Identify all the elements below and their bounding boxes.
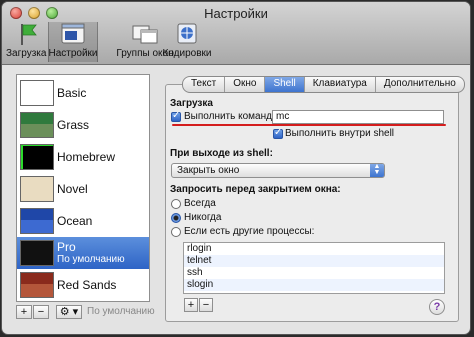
profile-name: Novel <box>57 182 88 196</box>
set-default-button[interactable]: По умолчанию <box>87 306 155 317</box>
tab-keyboard[interactable]: Клавиатура <box>305 77 376 92</box>
profile-default-note: По умолчанию <box>57 254 125 265</box>
on-exit-popup[interactable]: Закрыть окно ▲ ▼ <box>171 163 385 178</box>
profile-name: Red Sands <box>57 278 117 292</box>
toolbar-encodings[interactable]: Кодировки <box>162 22 212 62</box>
encodings-icon <box>177 23 197 44</box>
profile-thumbnail <box>20 208 54 234</box>
profile-thumbnail <box>20 144 54 170</box>
profile-grass[interactable]: Grass <box>17 109 149 141</box>
gear-menu-button[interactable]: ⚙ ▾ <box>56 305 82 319</box>
flag-icon <box>21 24 37 45</box>
list-item[interactable]: ssh <box>184 267 444 279</box>
profile-name: Pro <box>57 240 76 254</box>
profile-name: Grass <box>57 118 90 132</box>
radio-always[interactable] <box>171 199 181 209</box>
radio-never[interactable] <box>171 213 181 223</box>
tab-shell[interactable]: Shell <box>265 77 305 92</box>
settings-tabs: Текст Окно Shell Клавиатура Дополнительн… <box>182 76 465 93</box>
command-input[interactable]: mc <box>272 110 444 124</box>
toolbar-startup[interactable]: Загрузка <box>6 22 46 62</box>
ask-before-close-heading: Запросить перед закрытием окна: <box>170 184 341 195</box>
profile-thumbnail <box>20 80 54 106</box>
settings-window: Настройки Загрузка Настройки Группы окон <box>2 2 470 334</box>
profile-name: Basic <box>57 86 87 100</box>
run-inside-shell-checkbox[interactable] <box>273 127 283 139</box>
profile-name: Ocean <box>57 214 93 228</box>
on-exit-heading: При выходе из shell: <box>170 148 273 159</box>
tab-window[interactable]: Окно <box>225 77 266 92</box>
settings-window-icon <box>61 23 85 44</box>
add-profile-button[interactable]: + <box>16 305 32 319</box>
profile-basic[interactable]: Basic <box>17 77 149 109</box>
radio-if-other-label: Если есть другие процессы: <box>184 226 315 237</box>
list-item[interactable]: telnet <box>184 255 444 267</box>
remove-profile-button[interactable]: − <box>33 305 49 319</box>
profile-ocean[interactable]: Ocean <box>17 205 149 237</box>
run-command-label: Выполнить команду: <box>184 111 280 122</box>
profiles-list[interactable]: Basic Grass Homebrew Novel Ocean Pro По … <box>16 74 150 302</box>
profile-thumbnail <box>20 176 54 202</box>
toolbar-settings-label: Настройки <box>48 48 98 59</box>
window-title: Настройки <box>204 6 268 21</box>
profile-thumbnail <box>20 272 54 298</box>
toolbar-encodings-label: Кодировки <box>162 48 212 59</box>
profile-thumbnail <box>20 240 54 266</box>
radio-if-other-processes[interactable] <box>171 227 181 237</box>
profile-novel[interactable]: Novel <box>17 173 149 205</box>
highlight-underline <box>172 124 446 126</box>
window-groups-icon <box>132 25 158 44</box>
process-list[interactable]: rlogin telnet ssh slogin <box>183 242 445 294</box>
toolbar-startup-label: Загрузка <box>6 48 47 59</box>
radio-always-label: Всегда <box>184 198 216 209</box>
title-bar: Настройки Загрузка Настройки Группы окон <box>2 2 470 65</box>
startup-heading: Загрузка <box>170 98 213 109</box>
remove-process-button[interactable]: − <box>199 298 213 312</box>
radio-never-label: Никогда <box>184 212 222 223</box>
tab-advanced[interactable]: Дополнительно <box>376 77 464 92</box>
toolbar-settings[interactable]: Настройки <box>48 22 98 62</box>
run-command-checkbox[interactable] <box>171 110 181 122</box>
add-process-button[interactable]: + <box>184 298 198 312</box>
profile-name: Homebrew <box>57 150 116 164</box>
list-item[interactable]: rlogin <box>184 243 444 255</box>
profile-pro[interactable]: Pro По умолчанию <box>17 237 149 269</box>
run-inside-shell-label: Выполнить внутри shell <box>285 128 395 139</box>
on-exit-value: Закрыть окно <box>177 165 240 176</box>
profile-homebrew[interactable]: Homebrew <box>17 141 149 173</box>
updown-arrows-icon: ▲ ▼ <box>370 163 384 177</box>
profile-red-sands[interactable]: Red Sands <box>17 269 149 301</box>
profile-thumbnail <box>20 112 54 138</box>
tab-text[interactable]: Текст <box>183 77 226 92</box>
list-item[interactable]: slogin <box>184 279 444 291</box>
help-button[interactable]: ? <box>429 299 445 315</box>
